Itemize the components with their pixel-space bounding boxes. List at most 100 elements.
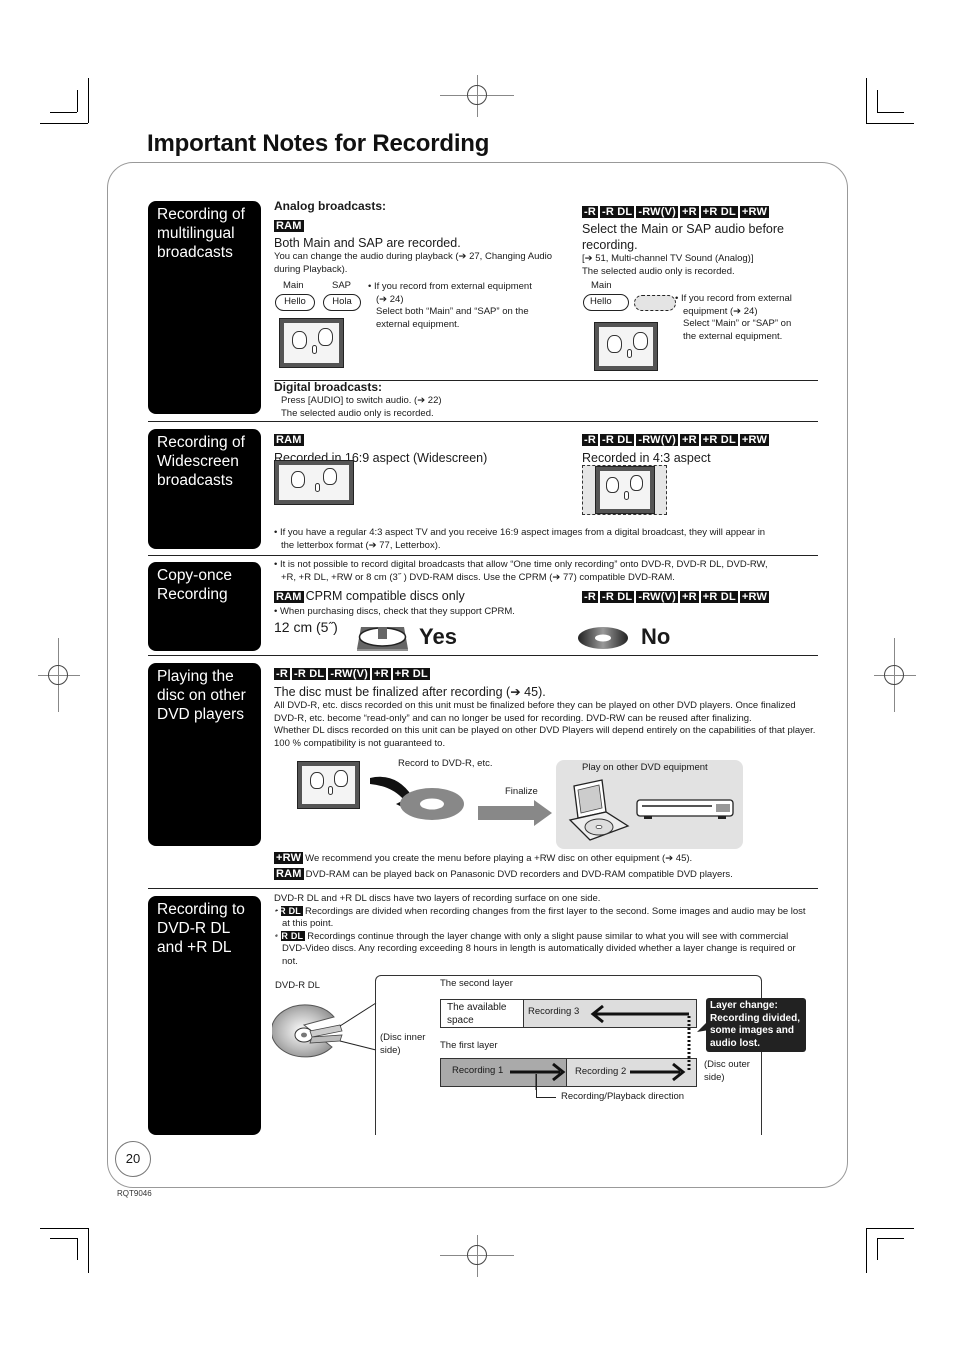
- digital-line-2: The selected audio only is recorded.: [281, 407, 434, 419]
- disc-tag-plus-r-dl: +R DL: [700, 206, 738, 218]
- plus-r-dl-note: • +R DLRecordings continue through the l…: [275, 930, 796, 967]
- first-layer-label: The first layer: [440, 1040, 498, 1051]
- finalize-body-1: All DVD-R, etc. discs recorded on this u…: [274, 700, 796, 724]
- disc-tag-plus-rw: +RW: [739, 591, 770, 603]
- section-label-widescreen: Recording of Widescreen broadcasts: [148, 429, 261, 549]
- bubble-label-main: Main: [283, 280, 304, 291]
- widescreen-other-block: -R -R DL -RW(V) +R +R DL +RW Recorded in 4:3 …: [582, 430, 771, 466]
- section-label-other-players: Playing the disc on other DVD players: [148, 663, 261, 846]
- plus-rw-note: +RW We recommend you create the menu befo…: [274, 852, 693, 864]
- bare-disc-icon: [578, 627, 628, 649]
- section-divider: [148, 421, 818, 422]
- direction-leader-line: [536, 1074, 556, 1098]
- play-label: Play on other DVD equipment: [582, 762, 708, 773]
- disc-tag-plus-r-dl: +R DL: [700, 591, 738, 603]
- digital-line-1: Press [AUDIO] to switch audio. (➔ 22): [281, 395, 442, 406]
- section-label-text: Recording to DVD-R DL and +R DL: [157, 901, 245, 956]
- disc-tag-plus-rw: +RW: [739, 206, 770, 218]
- page-title: Important Notes for Recording: [147, 130, 490, 157]
- record-to-label: Record to DVD-R, etc.: [398, 758, 493, 769]
- tv-illustration-3: [297, 761, 360, 809]
- dual-layer-disc-icon: [272, 1002, 377, 1058]
- document-code: RQT9046: [117, 1189, 152, 1198]
- disc-tag-ram: RAM: [274, 220, 304, 232]
- speech-bubble-hello: Hello: [275, 294, 315, 311]
- tv-illustration: [279, 318, 344, 368]
- other-note-ref: [➔ 51, Multi-channel TV Sound (Analog)]: [582, 253, 754, 264]
- disc-tag-minus-r-dl: -R DL: [600, 434, 635, 446]
- disc-tag-plus-r-dl: +R DL: [700, 434, 738, 446]
- callout-pointer: [697, 1020, 709, 1032]
- disc-size-label: 12 cm (5˝): [274, 619, 338, 635]
- section-label-multilingual: Recording of multilingual broadcasts: [148, 201, 261, 414]
- cprm-note: • When purchasing discs, check that they…: [274, 606, 515, 617]
- section-divider: [148, 888, 818, 889]
- other-line: Select the Main or SAP audio before reco…: [582, 222, 784, 252]
- disc-tag-minus-rw-v: -RW(V): [636, 591, 678, 603]
- multilingual-ram-block: Analog broadcasts: RAM Both Main and SAP…: [274, 199, 574, 276]
- letterbox-note: • If you have a regular 4:3 aspect TV an…: [274, 527, 766, 551]
- disc-tag-minus-r-dl: -R DL: [600, 591, 635, 603]
- section-label-copy-once: Copy-once Recording: [148, 562, 261, 651]
- minus-r-dl-note: • -R DLRecordings are divided when recor…: [275, 905, 806, 929]
- digital-heading: Digital broadcasts:: [274, 380, 383, 394]
- disc-tag-plus-r: +R: [680, 434, 699, 446]
- page-number: 20: [115, 1141, 151, 1177]
- disc-tag-ram: RAM: [274, 591, 304, 603]
- section-label-text: Playing the disc on other DVD players: [157, 668, 246, 723]
- ram-playback-note: RAM DVD-RAM can be played back on Panason…: [274, 868, 733, 880]
- letterbox-illustration: [582, 465, 667, 515]
- bubble-label-main-2: Main: [591, 280, 612, 291]
- disc-tag-plus-r: +R: [680, 206, 699, 218]
- section-divider: [148, 655, 818, 656]
- finalize-body-2: Whether DL discs recorded on this unit c…: [274, 725, 816, 749]
- disc-tag-plus-r-dl: +R DL: [275, 930, 306, 941]
- section-label-text: Copy-once Recording: [157, 567, 232, 603]
- disc-outer-side-label: (Disc outer side): [704, 1059, 750, 1083]
- dvd-recorder-icon: [636, 799, 734, 819]
- disc-tag-minus-r: -R: [582, 434, 599, 446]
- speech-bubble-hola: Hola: [323, 294, 361, 311]
- disc-tag-minus-rw-v: -RW(V): [636, 434, 678, 446]
- analog-heading: Analog broadcasts:: [274, 199, 387, 213]
- digital-block: Digital broadcasts: Press [AUDIO] to swi…: [274, 380, 814, 420]
- other-players-block: -R -R DL -RW(V) +R +R DL The disc must be fi…: [274, 664, 819, 750]
- disc-tag-ram: RAM: [274, 868, 304, 880]
- other-line: Recorded in 4:3 aspect: [582, 451, 711, 465]
- cprm-line: CPRM compatible discs only: [305, 589, 465, 603]
- cartridge-disc-icon: [357, 627, 408, 651]
- bubble-label-sap: SAP: [332, 280, 352, 291]
- ram-external-note: • If you record from external equipment …: [368, 281, 532, 330]
- section-label-text: Recording of Widescreen broadcasts: [157, 434, 245, 489]
- section-label-text: Recording of multilingual broadcasts: [157, 206, 245, 261]
- widescreen-tv-illustration: [274, 460, 354, 505]
- disc-tag-plus-r: +R: [680, 591, 699, 603]
- disc-tag-ram: RAM: [274, 434, 304, 446]
- section-divider: [148, 555, 818, 556]
- disc-tag-row: -R -R DL -RW(V) +R +R DL +RW: [582, 202, 818, 220]
- disc-tag-minus-r-dl: -R DL: [292, 668, 327, 680]
- finalize-arrow-icon: [478, 800, 552, 826]
- dual-layer-text: DVD-R DL and +R DL discs have two layers…: [274, 893, 814, 968]
- disc-inner-side-label: (Disc inner side): [380, 1032, 426, 1056]
- disc-tag-plus-rw: +RW: [274, 852, 304, 864]
- disc-tag-minus-rw-v: -RW(V): [328, 668, 370, 680]
- disc-tag-minus-rw-v: -RW(V): [636, 206, 678, 218]
- disc-tag-minus-r: -R: [274, 668, 291, 680]
- dvd-r-dl-label: DVD-R DL: [275, 980, 320, 991]
- no-label: No: [641, 624, 671, 649]
- dual-layer-intro: DVD-R DL and +R DL discs have two layers…: [274, 893, 601, 904]
- disc-tag-minus-r: -R: [582, 591, 599, 603]
- portable-dvd-player-icon: [568, 779, 630, 841]
- recording-1-label: Recording 1: [452, 1065, 504, 1076]
- cprm-block: RAM CPRM compatible discs only • When pur…: [274, 587, 515, 619]
- section-label-dual-layer: Recording to DVD-R DL and +R DL: [148, 896, 261, 1135]
- ram-line: Both Main and SAP are recorded.: [274, 236, 461, 250]
- record-to-disc-icon: [370, 776, 464, 820]
- disc-tag-plus-r: +R: [372, 668, 391, 680]
- disc-tag-minus-r: -R: [582, 206, 599, 218]
- layer-direction-arrows: [510, 1004, 691, 1090]
- other-note: The selected audio only is recorded.: [582, 265, 735, 277]
- speech-bubble-empty: [634, 295, 676, 311]
- finalize-headline: The disc must be finalized after recordi…: [274, 685, 546, 699]
